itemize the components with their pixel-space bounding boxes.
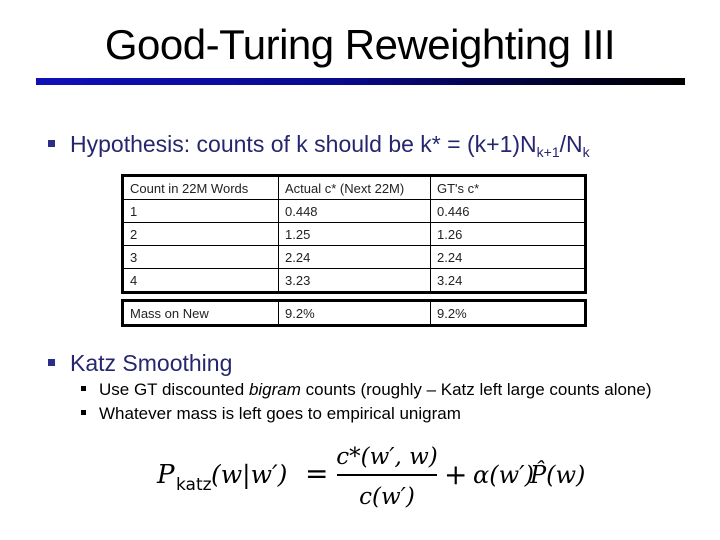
table-cell: 3.23 xyxy=(278,268,431,293)
bullet-square-icon xyxy=(48,359,55,367)
katz-heading: Katz Smoothing xyxy=(70,350,233,376)
table-cell: 9.2% xyxy=(430,300,586,326)
formula-lhs-args: (w|w′) xyxy=(211,460,287,490)
formula-alpha-term: α(w′) xyxy=(473,461,534,489)
table-cell: 0.446 xyxy=(430,199,586,223)
formula-numerator: c*(w′, w) xyxy=(336,444,438,470)
katz-sub-bullet: Whatever mass is left goes to empirical … xyxy=(81,403,461,425)
table-cell: Mass on New xyxy=(122,300,279,326)
sub-bullet-text: Whatever mass is left goes to empirical … xyxy=(99,404,461,423)
mass-on-new-table: Mass on New 9.2% 9.2% xyxy=(121,299,587,327)
title-underline-bar xyxy=(36,78,685,85)
table-row: 3 2.24 2.24 xyxy=(122,245,586,269)
formula-equals: = xyxy=(305,457,328,490)
formula-plus: + xyxy=(444,458,467,491)
table-cell: 9.2% xyxy=(278,300,431,326)
table-cell: 1.26 xyxy=(430,222,586,246)
katz-formula: P katz (w|w′) = c*(w′, w) c(w′) + α(w′) … xyxy=(156,444,585,510)
table-header-row: Count in 22M Words Actual c* (Next 22M) … xyxy=(122,175,586,200)
table-row: Mass on New 9.2% 9.2% xyxy=(122,300,586,326)
formula-subscript-katz: katz xyxy=(176,475,212,495)
hypothesis-text-mid: /N xyxy=(559,131,583,157)
counts-table: Count in 22M Words Actual c* (Next 22M) … xyxy=(121,174,587,294)
table-cell: 3.24 xyxy=(430,268,586,293)
table-cell: 3 xyxy=(122,245,279,269)
header-cell: GT's c* xyxy=(430,175,586,200)
formula-denominator: c(w′) xyxy=(359,484,415,510)
slide-title: Good-Turing Reweighting III xyxy=(104,21,616,68)
table-cell: 4 xyxy=(122,268,279,293)
table-cell: 1.25 xyxy=(278,222,431,246)
bullet-square-icon xyxy=(81,386,86,392)
katz-bullet: Katz Smoothing xyxy=(48,349,232,377)
table-row: 1 0.448 0.446 xyxy=(122,199,586,223)
header-cell: Count in 22M Words xyxy=(122,175,279,200)
hypothesis-subscript-k-plus-1: k+1 xyxy=(536,144,560,160)
formula-p-hat-term: P̂(w) xyxy=(529,461,585,489)
bullet-square-icon xyxy=(81,410,86,416)
hypothesis-text: Hypothesis: counts of k should be k* = (… xyxy=(70,131,537,157)
header-cell: Actual c* (Next 22M) xyxy=(278,175,431,200)
hypothesis-bullet: Hypothesis: counts of k should be k* = (… xyxy=(48,130,590,166)
table-row: 4 3.23 3.24 xyxy=(122,268,586,293)
table-cell: 1 xyxy=(122,199,279,223)
table-cell: 2 xyxy=(122,222,279,246)
sub-bullet-text: Use GT discounted xyxy=(99,380,249,399)
bullet-square-icon xyxy=(48,140,55,148)
table-cell: 0.448 xyxy=(278,199,431,223)
table-row: 2 1.25 1.26 xyxy=(122,222,586,246)
formula-P: P xyxy=(156,460,175,490)
hypothesis-subscript-k: k xyxy=(582,144,590,160)
table-cell: 2.24 xyxy=(430,245,586,269)
katz-sub-bullet: Use GT discounted bigram counts (roughly… xyxy=(81,379,652,401)
sub-bullet-italic: bigram xyxy=(248,380,301,399)
table-cell: 2.24 xyxy=(278,245,431,269)
sub-bullet-text: counts (roughly – Katz left large counts… xyxy=(300,380,652,399)
